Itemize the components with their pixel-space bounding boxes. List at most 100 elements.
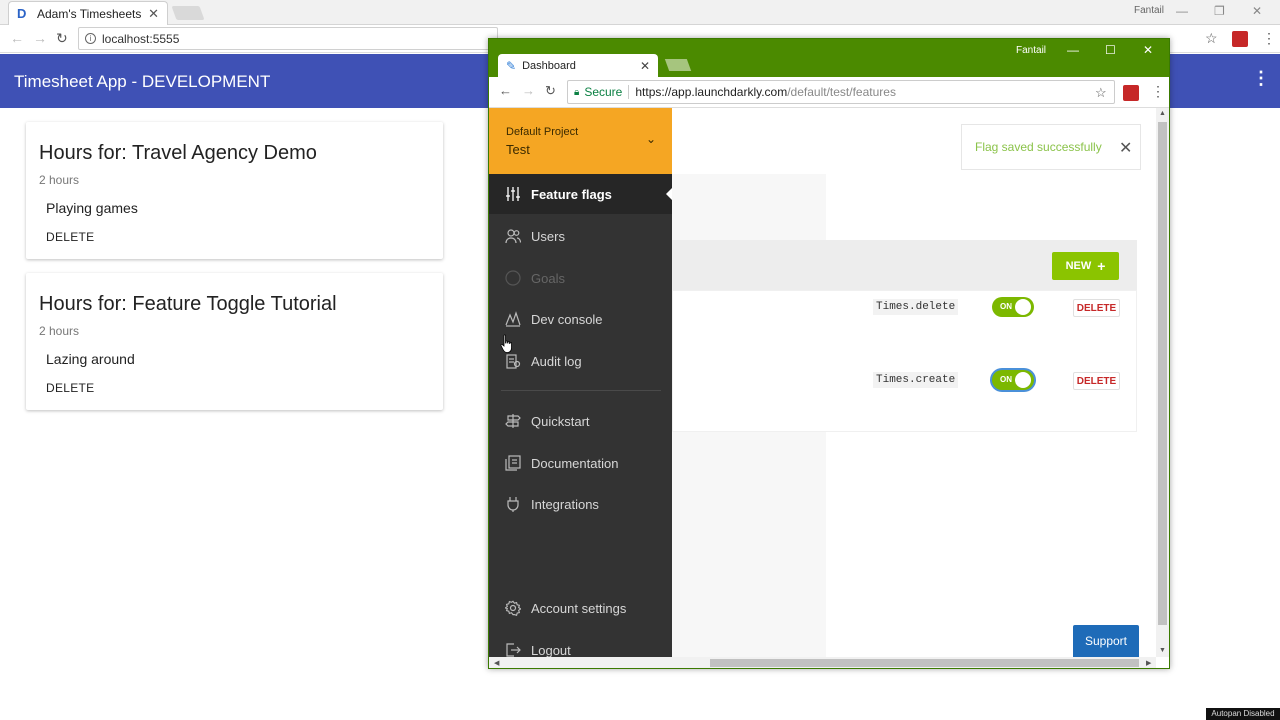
bookmark-star-icon[interactable]: ☆ xyxy=(1095,85,1107,101)
sidebar-item-label: Goals xyxy=(531,270,565,286)
sliders-icon xyxy=(505,186,521,202)
flag-key: Times.create xyxy=(873,372,959,388)
close-window-icon[interactable]: ✕ xyxy=(1252,4,1262,18)
main-content: Flag saved successfully ✕ NEW + Times.de… xyxy=(672,108,1156,657)
back-arrow-icon[interactable]: ← xyxy=(499,83,512,98)
delete-entry-button[interactable]: DELETE xyxy=(46,381,94,395)
support-label: Support xyxy=(1084,634,1128,648)
delete-flag-button[interactable]: DELETE xyxy=(1073,372,1120,390)
sidebar-item-label: Logout xyxy=(531,642,571,658)
scroll-up-arrow-icon[interactable]: ▲ xyxy=(1159,110,1166,117)
info-icon[interactable]: i xyxy=(85,33,96,44)
plug-icon xyxy=(505,496,521,512)
sidebar: Default Project Test ⌄ Feature flags Use… xyxy=(489,108,672,657)
app-menu-icon[interactable]: ⋮ xyxy=(1252,68,1270,89)
app-title: Timesheet App - DEVELOPMENT xyxy=(14,72,271,91)
toggle-label: ON xyxy=(1000,302,1012,311)
sidebar-item-label: Dev console xyxy=(531,311,603,327)
close-tab-icon[interactable]: ✕ xyxy=(640,59,650,73)
sidebar-item-label: Feature flags xyxy=(531,186,612,202)
minimize-icon[interactable]: — xyxy=(1067,43,1079,57)
back-arrow-icon[interactable]: ← xyxy=(10,30,24,46)
minimize-icon[interactable]: — xyxy=(1176,4,1188,18)
close-window-icon[interactable]: ✕ xyxy=(1143,43,1153,57)
sidebar-item-documentation[interactable]: Documentation xyxy=(489,443,672,483)
sidebar-item-integrations[interactable]: Integrations xyxy=(489,484,672,524)
sidebar-item-label: Audit log xyxy=(531,353,582,369)
profile-name[interactable]: Fantail xyxy=(1016,45,1046,56)
delete-flag-label: DELETE xyxy=(1076,375,1117,387)
reload-icon[interactable]: ↻ xyxy=(56,30,68,47)
logout-icon xyxy=(505,642,521,657)
success-toast: Flag saved successfully ✕ xyxy=(961,124,1141,170)
support-button[interactable]: Support xyxy=(1073,625,1139,657)
delete-entry-button[interactable]: DELETE xyxy=(46,230,94,244)
plus-icon: + xyxy=(1097,258,1106,274)
url-host: https://app.launchdarkly.com xyxy=(635,85,788,99)
card-description: Playing games xyxy=(46,200,138,216)
scrollbar-thumb[interactable] xyxy=(1158,122,1167,625)
address-bar[interactable]: i localhost:5555 xyxy=(78,27,498,50)
sidebar-item-quickstart[interactable]: Quickstart xyxy=(489,401,672,441)
flag-toggle[interactable]: ON xyxy=(992,297,1034,317)
new-button-label: NEW xyxy=(1065,260,1092,272)
horizontal-scrollbar[interactable]: ◀ ▶ xyxy=(489,657,1156,668)
sidebar-item-feature-flags[interactable]: Feature flags xyxy=(489,174,672,214)
maximize-icon[interactable]: ☐ xyxy=(1105,43,1116,57)
sidebar-item-logout[interactable]: Logout xyxy=(489,630,672,657)
restore-icon[interactable]: ❐ xyxy=(1214,4,1225,18)
sidebar-item-audit-log[interactable]: Audit log xyxy=(489,341,672,381)
extension-icon[interactable] xyxy=(1123,85,1139,101)
secure-label: Secure xyxy=(584,85,630,99)
sidebar-item-goals[interactable]: Goals xyxy=(489,258,672,298)
browser-toolbar: ← → ↻ 🔒︎ Secure https://app.launchdarkly… xyxy=(489,77,1169,108)
vertical-scrollbar[interactable]: ▲ ▼ xyxy=(1156,108,1169,657)
tab-adams-timesheets[interactable]: D Adam's Timesheets ✕ xyxy=(8,1,168,25)
autopan-status: Autopan Disabled xyxy=(1206,708,1280,720)
close-tab-icon[interactable]: ✕ xyxy=(148,6,159,22)
new-tab-button[interactable] xyxy=(664,59,692,71)
project-switcher[interactable]: Default Project Test ⌄ xyxy=(489,108,672,174)
new-tab-button[interactable] xyxy=(171,6,205,20)
book-icon xyxy=(505,455,521,471)
sidebar-item-label: Account settings xyxy=(531,600,627,616)
scroll-right-arrow-icon[interactable]: ▶ xyxy=(1146,659,1151,667)
environment-name: Test xyxy=(506,142,530,157)
delete-flag-label: DELETE xyxy=(1076,302,1117,314)
sidebar-item-users[interactable]: Users xyxy=(489,216,672,256)
scroll-down-arrow-icon[interactable]: ▼ xyxy=(1159,647,1166,654)
new-flag-button[interactable]: NEW + xyxy=(1052,252,1119,280)
sidebar-item-label: Integrations xyxy=(531,496,599,512)
tab-title: Adam's Timesheets xyxy=(37,6,142,21)
lock-icon: 🔒︎ xyxy=(574,86,580,98)
toggle-label: ON xyxy=(1000,375,1012,384)
toggle-knob xyxy=(1015,299,1031,315)
delete-flag-button[interactable]: DELETE xyxy=(1073,299,1120,317)
title-bar: ✎ Dashboard ✕ Fantail — ☐ ✕ xyxy=(489,39,1169,77)
card-hours: 2 hours xyxy=(39,324,80,338)
browser-menu-icon[interactable]: ⋮ xyxy=(1151,83,1165,100)
card-heading: Hours for: Feature Toggle Tutorial xyxy=(39,293,337,315)
sidebar-item-dev-console[interactable]: Dev console xyxy=(489,299,672,339)
tab-dashboard[interactable]: ✎ Dashboard ✕ xyxy=(498,54,658,77)
close-icon[interactable]: ✕ xyxy=(1119,138,1132,158)
users-icon xyxy=(505,228,521,244)
address-bar[interactable]: 🔒︎ Secure https://app.launchdarkly.com /… xyxy=(567,80,1115,104)
reload-icon[interactable]: ↻ xyxy=(545,83,556,99)
flag-toggle[interactable]: ON xyxy=(992,370,1034,390)
scroll-left-arrow-icon[interactable]: ◀ xyxy=(494,659,499,667)
card-hours: 2 hours xyxy=(39,173,80,187)
scrollbar-thumb[interactable] xyxy=(710,659,1139,667)
extension-icon[interactable] xyxy=(1232,31,1248,47)
browser-menu-icon[interactable]: ⋮ xyxy=(1262,30,1276,47)
card-description: Lazing around xyxy=(46,351,135,367)
sidebar-item-account-settings[interactable]: Account settings xyxy=(489,588,672,628)
bookmark-star-icon[interactable]: ☆ xyxy=(1205,30,1218,47)
forward-arrow-icon[interactable]: → xyxy=(522,83,535,98)
timesheet-card: Hours for: Travel Agency Demo 2 hours Pl… xyxy=(26,122,443,259)
flags-list-header: NEW + xyxy=(672,240,1137,290)
profile-name[interactable]: Fantail xyxy=(1134,5,1164,16)
timesheet-card: Hours for: Feature Toggle Tutorial 2 hou… xyxy=(26,273,443,410)
forward-arrow-icon[interactable]: → xyxy=(33,30,47,46)
project-name: Default Project xyxy=(506,126,579,138)
